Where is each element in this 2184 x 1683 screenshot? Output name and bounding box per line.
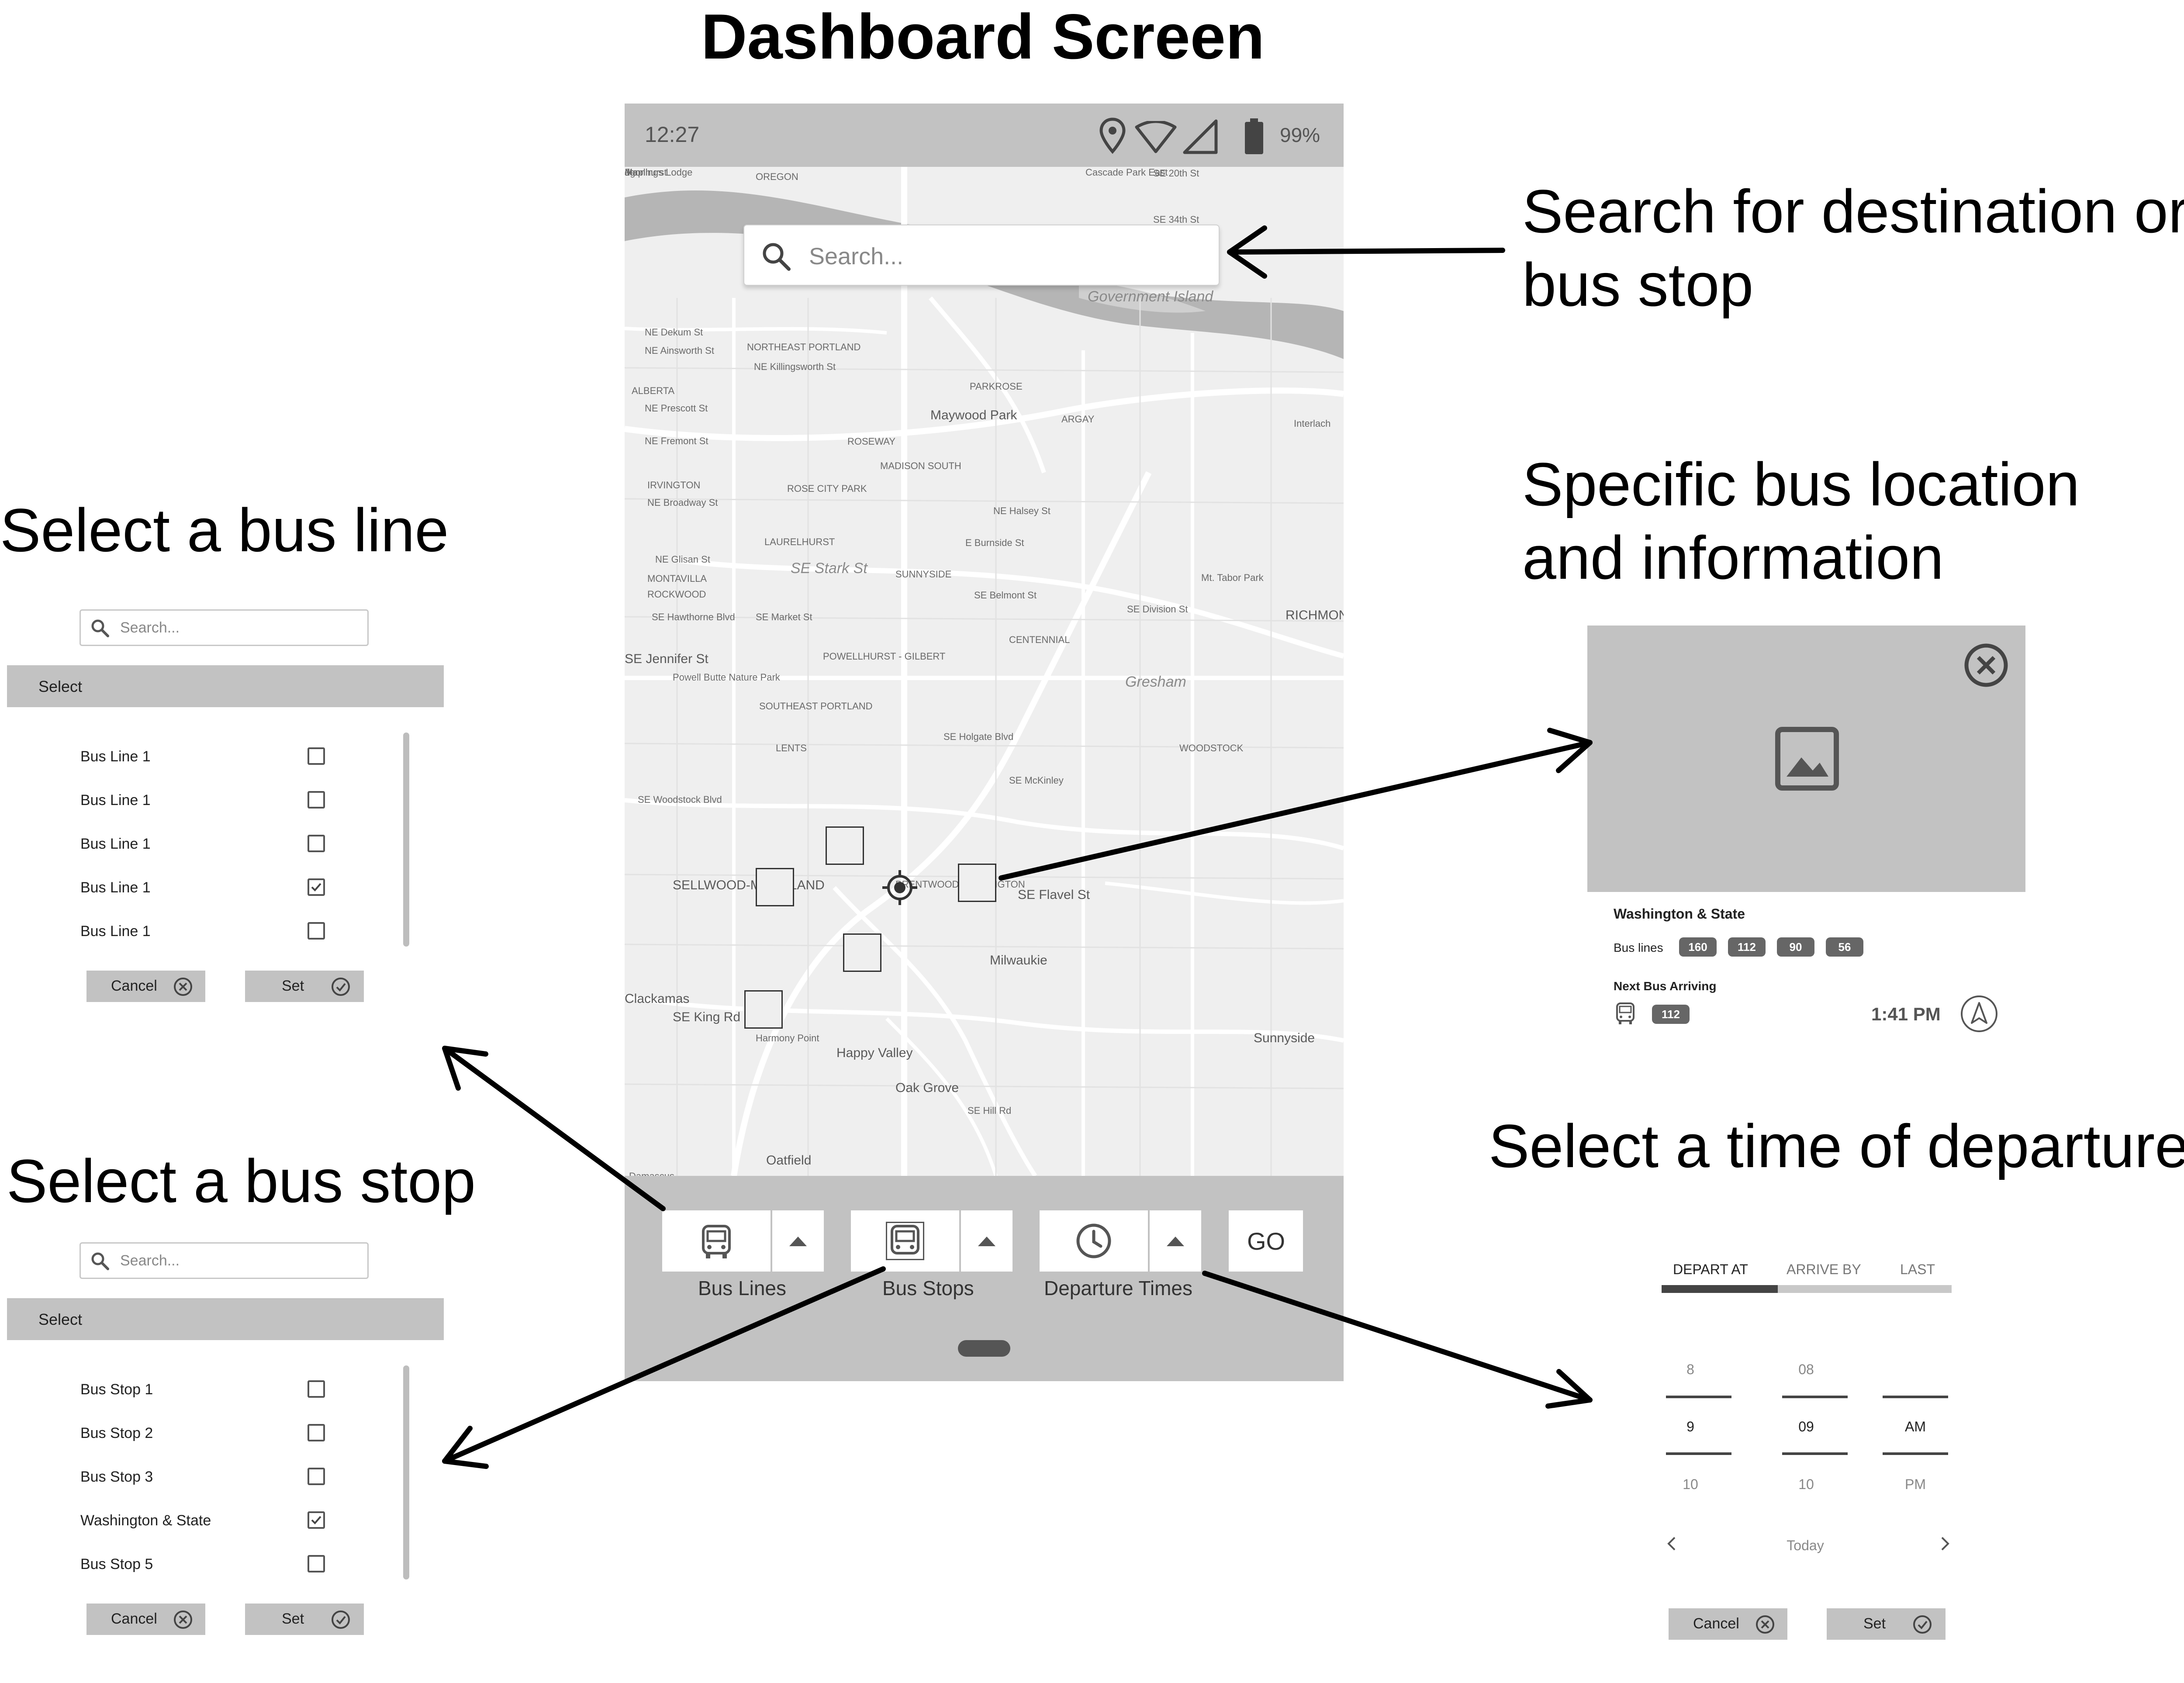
annotation-arrows [442,225,1593,1469]
